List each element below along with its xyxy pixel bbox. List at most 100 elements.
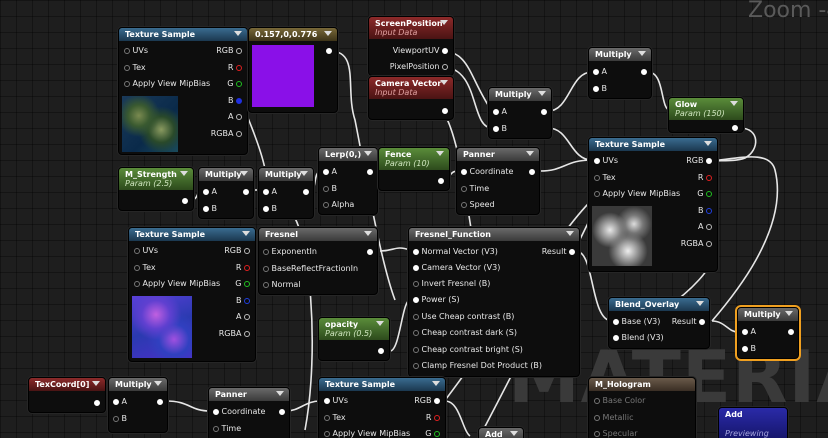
output-pin-b[interactable]: B — [228, 96, 242, 105]
input-pin-specular[interactable]: Specular — [594, 429, 638, 438]
output-pin[interactable] — [94, 398, 100, 407]
texture-sample-node[interactable]: Texture Sample UVs Tex Apply View MipBia… — [318, 377, 446, 438]
input-pin-camera-vector[interactable]: Camera Vector (V3) — [413, 263, 500, 272]
pin-icon[interactable] — [442, 63, 448, 70]
output-pin-rgb[interactable]: RGB — [216, 46, 242, 55]
input-pin-mipbias[interactable]: Apply View MipBias — [134, 279, 220, 288]
node-header[interactable]: Glow Param (150) — [669, 98, 743, 120]
node-header[interactable]: TexCoord[0] — [29, 378, 105, 391]
collapse-arrow-icon[interactable] — [730, 101, 738, 106]
output-pin-pixelposition[interactable]: PixelPosition — [390, 62, 448, 71]
input-pin-b[interactable]: B — [263, 204, 277, 213]
collapse-arrow-icon[interactable] — [276, 391, 284, 396]
pin-icon[interactable] — [413, 296, 419, 303]
output-pin[interactable] — [326, 46, 332, 55]
input-pin-base[interactable]: Base (V3) — [613, 317, 660, 326]
pin-icon[interactable] — [434, 430, 440, 437]
input-pin-normal[interactable]: Normal — [263, 280, 301, 289]
pin-icon[interactable] — [594, 414, 600, 421]
pin-icon[interactable] — [203, 188, 209, 195]
pin-icon[interactable] — [124, 47, 130, 54]
texture-sample-node[interactable]: Texture Sample UVs Tex Apply View MipBia… — [128, 227, 256, 362]
pin-icon[interactable] — [378, 347, 384, 354]
collapse-arrow-icon[interactable] — [364, 151, 372, 156]
texcoord-node[interactable]: TexCoord[0] — [28, 377, 106, 413]
collapse-arrow-icon[interactable] — [510, 431, 518, 436]
input-pin-uvs[interactable]: UVs — [324, 396, 348, 405]
fresnel-function-node[interactable]: Fresnel_Function Normal Vector (V3) Came… — [408, 227, 580, 377]
collapse-arrow-icon[interactable] — [440, 20, 448, 25]
pin-icon[interactable] — [182, 197, 188, 204]
pin-icon[interactable] — [236, 80, 242, 87]
node-header[interactable]: Multiply — [109, 378, 167, 391]
collapse-arrow-icon[interactable] — [785, 311, 793, 316]
node-header[interactable]: Fresnel_Function — [409, 228, 579, 241]
pin-icon[interactable] — [413, 248, 419, 255]
input-pin-a[interactable]: A — [742, 327, 756, 336]
node-header[interactable]: Panner — [457, 148, 539, 161]
pin-icon[interactable] — [434, 414, 440, 421]
pin-icon[interactable] — [413, 264, 419, 271]
pin-icon[interactable] — [442, 107, 448, 114]
collapse-arrow-icon[interactable] — [154, 381, 162, 386]
material-graph-canvas[interactable]: Zoom -4 MATERIAL Texture Sample UVs Tex … — [0, 0, 828, 438]
pin-icon[interactable] — [134, 280, 140, 287]
output-pin-rgb[interactable]: RGB — [414, 396, 440, 405]
input-pin-a[interactable]: A — [263, 187, 277, 196]
input-pin-time[interactable]: Time — [213, 424, 241, 433]
output-pin[interactable] — [157, 397, 163, 406]
pin-icon[interactable] — [236, 113, 242, 120]
node-header[interactable]: Lerp(0,) — [319, 148, 377, 161]
collapse-arrow-icon[interactable] — [704, 141, 712, 146]
output-pin[interactable] — [243, 187, 249, 196]
input-pin-metallic[interactable]: Metallic — [594, 413, 633, 422]
output-pin-g[interactable]: G — [425, 429, 440, 438]
pin-icon[interactable] — [732, 124, 738, 131]
pin-icon[interactable] — [203, 205, 209, 212]
output-pin[interactable] — [279, 407, 285, 416]
pin-icon[interactable] — [243, 188, 249, 195]
pin-icon[interactable] — [569, 248, 575, 255]
panner-node[interactable]: Panner Coordinate Time Speed — [456, 147, 540, 215]
input-pin-mipbias[interactable]: Apply View MipBias — [594, 189, 680, 198]
pin-icon[interactable] — [413, 329, 419, 336]
pin-icon[interactable] — [303, 188, 309, 195]
output-pin[interactable] — [367, 247, 373, 256]
node-header[interactable]: opacity Param (0.5) — [319, 318, 389, 340]
pin-icon[interactable] — [134, 247, 140, 254]
input-pin-tex[interactable]: Tex — [124, 63, 146, 72]
collapse-arrow-icon[interactable] — [234, 31, 242, 36]
collapse-arrow-icon[interactable] — [240, 171, 248, 176]
pin-icon[interactable] — [263, 265, 269, 272]
pin-icon[interactable] — [236, 47, 242, 54]
pin-icon[interactable] — [742, 328, 748, 335]
input-pin-coordinate[interactable]: Coordinate — [461, 167, 513, 176]
pin-icon[interactable] — [594, 430, 600, 437]
screen-position-node[interactable]: ScreenPosition Input Data ViewportUV Pixe… — [368, 16, 454, 76]
input-pin-a[interactable]: A — [113, 397, 127, 406]
input-pin-uvs[interactable]: UVs — [124, 46, 148, 55]
fence-param-node[interactable]: Fence Param (10) — [378, 147, 450, 191]
collapse-arrow-icon[interactable] — [440, 80, 448, 85]
output-pin-rgba[interactable]: RGBA — [681, 239, 712, 248]
node-header[interactable]: Fence Param (10) — [379, 148, 449, 170]
pin-icon[interactable] — [244, 330, 250, 337]
input-pin-exponent[interactable]: ExponentIn — [263, 247, 317, 256]
input-pin-power[interactable]: Power (S) — [413, 295, 460, 304]
pin-icon[interactable] — [541, 108, 547, 115]
multiply-node-selected[interactable]: Multiply A B — [737, 307, 799, 359]
input-pin-b[interactable]: B — [493, 124, 507, 133]
pin-icon[interactable] — [461, 201, 467, 208]
pin-icon[interactable] — [324, 397, 330, 404]
node-header[interactable]: Panner — [209, 388, 289, 401]
pin-icon[interactable] — [279, 408, 285, 415]
pin-icon[interactable] — [323, 168, 329, 175]
pin-icon[interactable] — [263, 248, 269, 255]
pin-icon[interactable] — [244, 264, 250, 271]
constant-color-node[interactable]: 0.157,0,0.776 — [248, 27, 338, 113]
pin-icon[interactable] — [593, 85, 599, 92]
glow-param-node[interactable]: Glow Param (150) — [668, 97, 744, 133]
node-header[interactable]: ScreenPosition Input Data — [369, 17, 453, 39]
pin-icon[interactable] — [244, 280, 250, 287]
output-pin-rgba[interactable]: RGBA — [219, 329, 250, 338]
